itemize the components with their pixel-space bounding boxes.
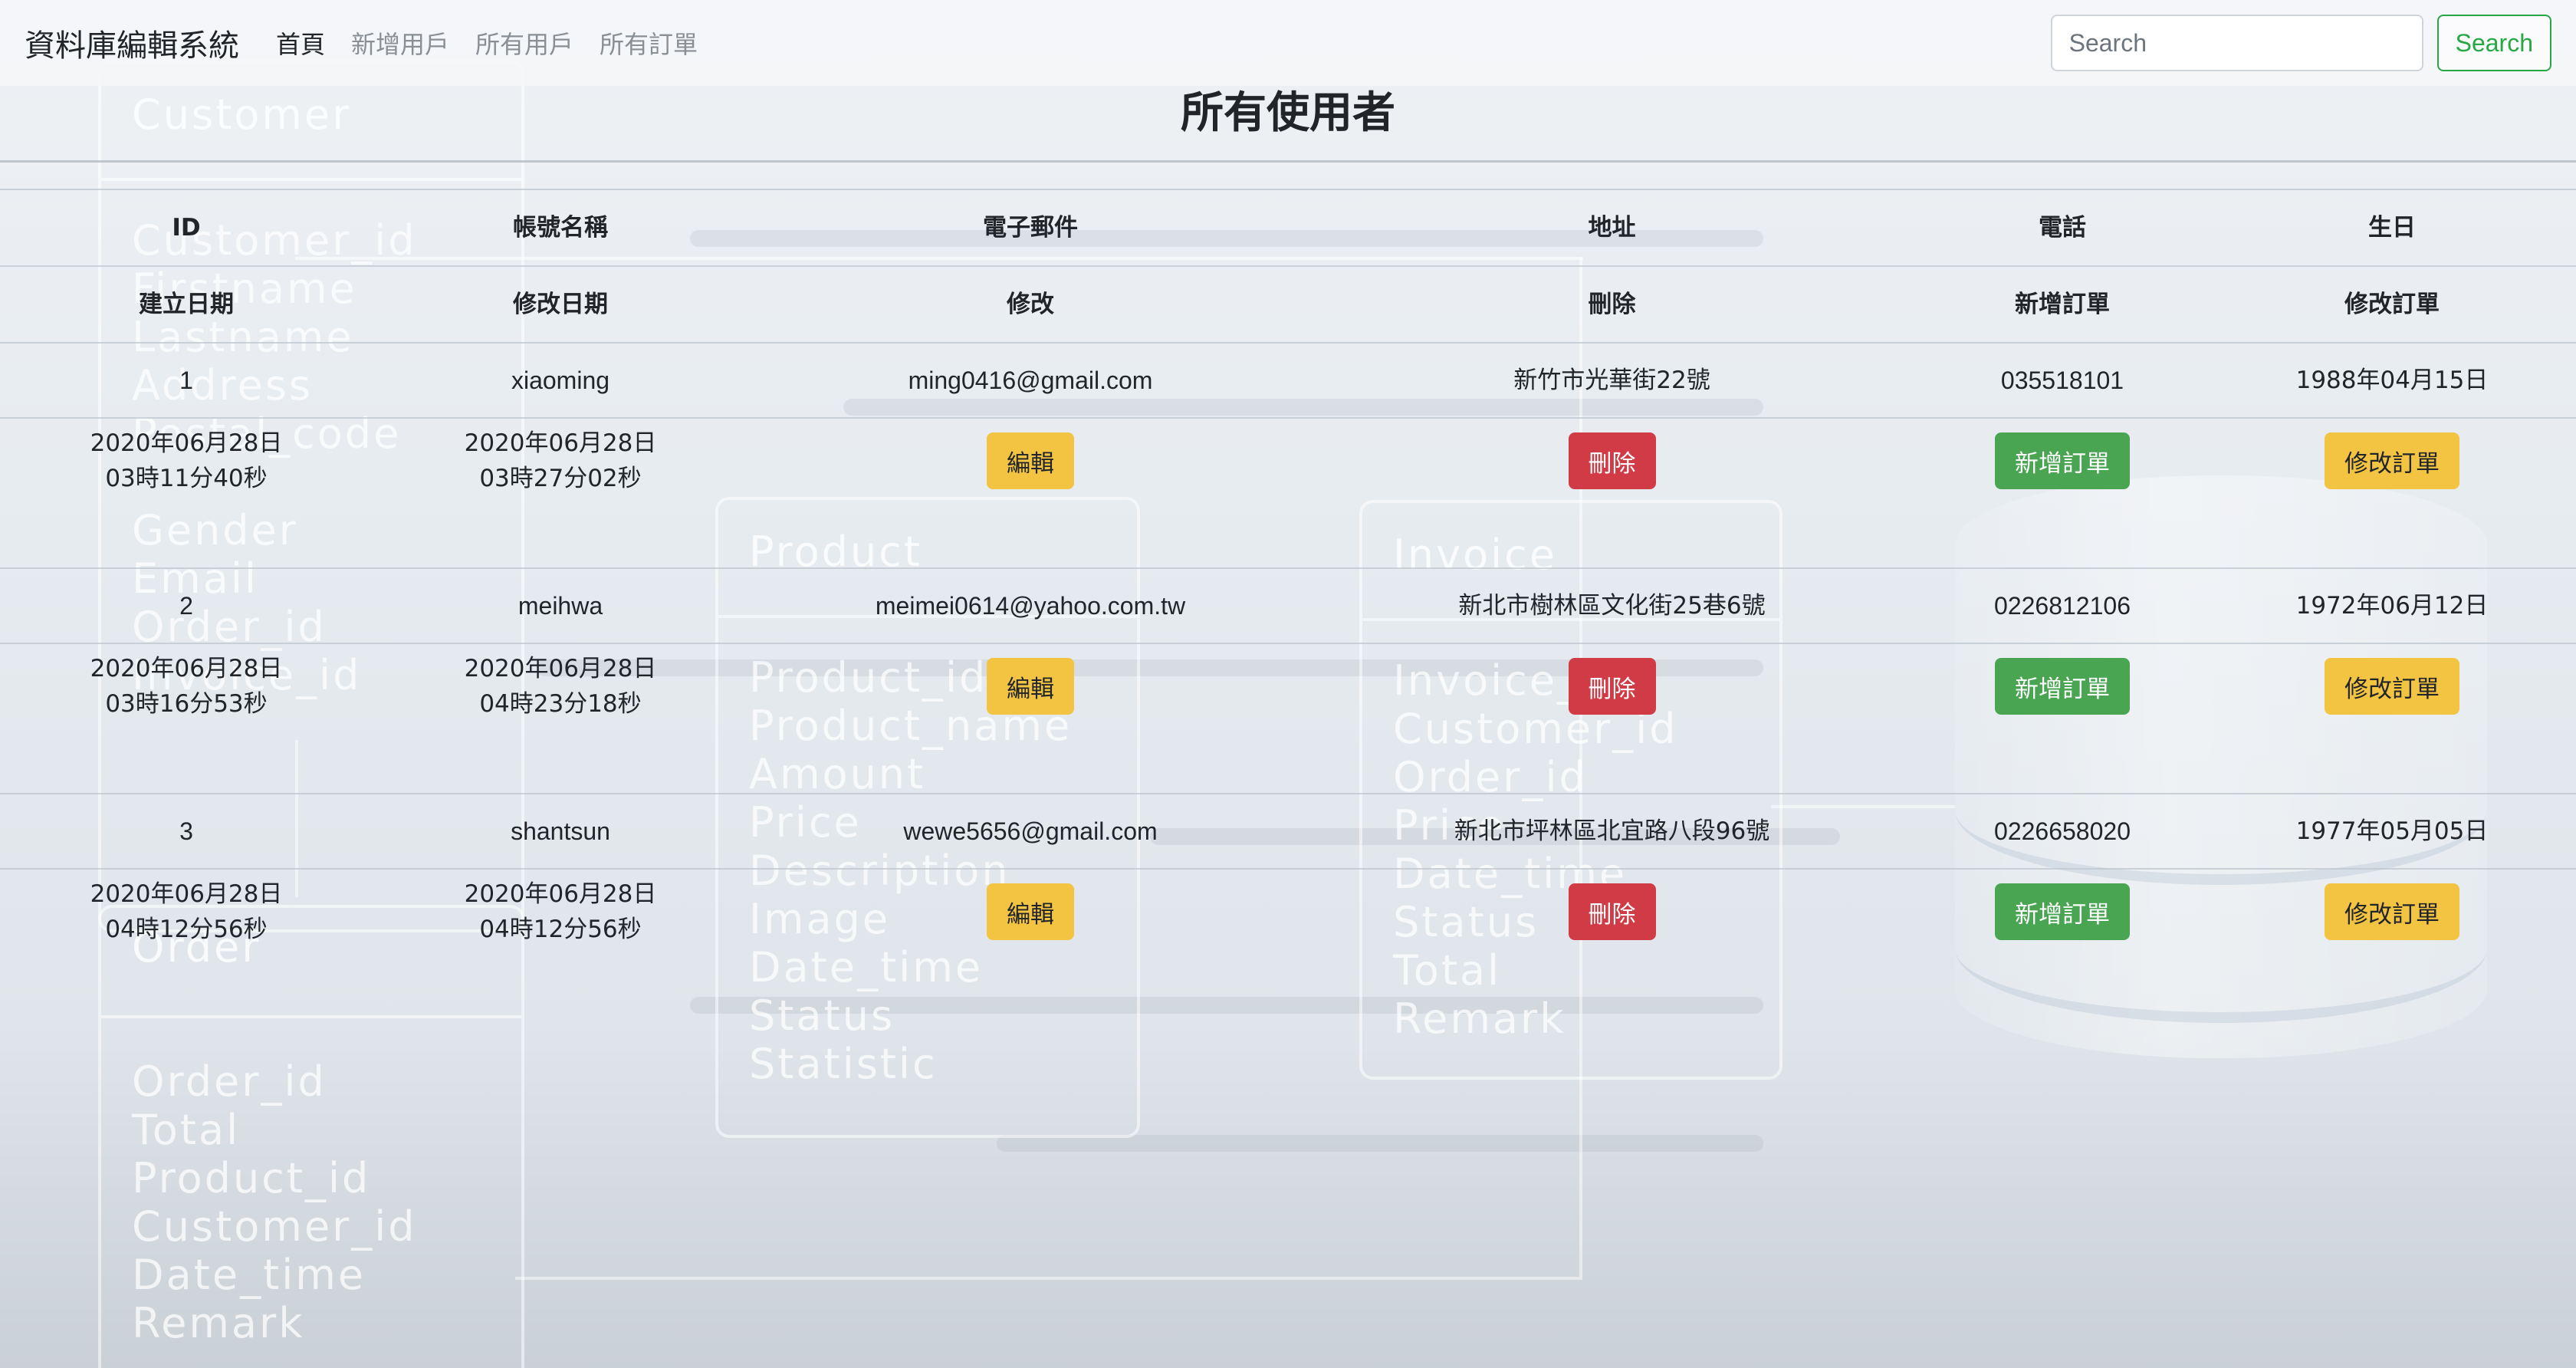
user-birthday: 1972年06月12日 xyxy=(2295,592,2489,620)
user-birthday: 1977年05月05日 xyxy=(2295,817,2489,845)
header-edit: 修改 xyxy=(1007,291,1054,318)
delete-cell: 刪除 xyxy=(1342,636,1882,736)
header-email: 電子郵件 xyxy=(983,214,1078,242)
edit-order-button[interactable]: 修改訂單 xyxy=(2325,883,2459,940)
user-address: 新北市樹林區文化街25巷6號 xyxy=(1458,592,1766,620)
add-order-button[interactable]: 新增訂單 xyxy=(1995,658,2130,715)
table-row-actions: 2020年06月28日 04時12分56秒 2020年06月28日 04時12分56… xyxy=(0,868,2576,1018)
table-header-row-1: ID 帳號名稱 電子郵件 地址 電話 生日 xyxy=(0,189,2576,265)
add-order-cell: 新增訂單 xyxy=(1917,636,2208,736)
add-order-cell: 新增訂單 xyxy=(1917,411,2208,511)
header-edit-order: 修改訂單 xyxy=(2344,291,2440,318)
header-phone: 電話 xyxy=(2039,214,2086,242)
created-time: 03時11分40秒 xyxy=(105,465,268,492)
user-id: 1 xyxy=(179,367,193,394)
user-email: ming0416@gmail.com xyxy=(908,367,1153,394)
modified-time: 04時12分56秒 xyxy=(479,916,642,943)
modified-date: 2020年06月28日 xyxy=(464,880,657,908)
user-created-at: 2020年06月28日 03時16分53秒 xyxy=(32,636,340,736)
modified-time: 03時27分02秒 xyxy=(479,465,642,492)
created-time: 03時16分53秒 xyxy=(105,690,268,718)
user-id: 3 xyxy=(179,817,193,845)
user-address: 新竹市光華街22號 xyxy=(1513,367,1710,394)
header-created-date: 建立日期 xyxy=(139,291,234,318)
user-email: wewe5656@gmail.com xyxy=(903,817,1158,845)
brand-title[interactable]: 資料庫編輯系統 xyxy=(25,21,239,65)
user-birthday: 1988年04月15日 xyxy=(2295,367,2489,394)
nav-link-home[interactable]: 首頁 xyxy=(276,25,325,61)
header-modified-date: 修改日期 xyxy=(513,291,608,318)
user-username: xiaoming xyxy=(511,367,610,394)
search-button[interactable]: Search xyxy=(2436,15,2551,71)
edit-button[interactable]: 編輯 xyxy=(987,432,1074,489)
created-date: 2020年06月28日 xyxy=(90,655,283,682)
table-row: 1 xiaoming ming0416@gmail.com 新竹市光華街22號 … xyxy=(0,342,2576,417)
table-row: 2 meihwa meimei0614@yahoo.com.tw 新北市樹林區文… xyxy=(0,567,2576,643)
created-time: 04時12分56秒 xyxy=(105,916,268,943)
table-row-actions: 2020年06月28日 03時11分40秒 2020年06月28日 03時27分02… xyxy=(0,417,2576,567)
user-created-at: 2020年06月28日 04時12分56秒 xyxy=(32,862,340,962)
modified-date: 2020年06月28日 xyxy=(464,655,657,682)
header-address: 地址 xyxy=(1588,214,1636,242)
user-username: meihwa xyxy=(518,592,603,620)
add-order-cell: 新增訂單 xyxy=(1917,862,2208,962)
header-birthday: 生日 xyxy=(2368,214,2416,242)
delete-cell: 刪除 xyxy=(1342,862,1882,962)
edit-cell: 編輯 xyxy=(800,411,1260,511)
table-header-row-2: 建立日期 修改日期 修改 刪除 新增訂單 修改訂單 xyxy=(0,265,2576,342)
edit-order-cell: 修改訂單 xyxy=(2223,411,2561,511)
order-entity-fields: Order_id Total Product_id Customer_id Da… xyxy=(132,1057,417,1347)
header-username: 帳號名稱 xyxy=(513,214,608,242)
modified-time: 04時23分18秒 xyxy=(479,690,642,718)
table-row-actions: 2020年06月28日 03時16分53秒 2020年06月28日 04時23分18… xyxy=(0,643,2576,793)
user-modified-at: 2020年06月28日 03時27分02秒 xyxy=(406,411,715,511)
edit-button[interactable]: 編輯 xyxy=(987,658,1074,715)
delete-button[interactable]: 刪除 xyxy=(1568,658,1656,715)
user-id: 2 xyxy=(179,592,193,620)
created-date: 2020年06月28日 xyxy=(90,429,283,457)
created-date: 2020年06月28日 xyxy=(90,880,283,908)
user-address: 新北市坪林區北宜路八段96號 xyxy=(1454,817,1770,845)
search-input[interactable] xyxy=(2050,15,2423,71)
user-created-at: 2020年06月28日 03時11分40秒 xyxy=(32,411,340,511)
edit-order-cell: 修改訂單 xyxy=(2223,862,2561,962)
add-order-button[interactable]: 新增訂單 xyxy=(1995,883,2130,940)
header-delete: 刪除 xyxy=(1588,291,1636,318)
delete-button[interactable]: 刪除 xyxy=(1568,883,1656,940)
edit-order-button[interactable]: 修改訂單 xyxy=(2325,658,2459,715)
nav-link-all-orders[interactable]: 所有訂單 xyxy=(600,25,698,61)
user-modified-at: 2020年06月28日 04時23分18秒 xyxy=(406,636,715,736)
add-order-button[interactable]: 新增訂單 xyxy=(1995,432,2130,489)
top-navbar: 資料庫編輯系統 首頁 新增用戶 所有用戶 所有訂單 Search xyxy=(0,0,2576,86)
delete-cell: 刪除 xyxy=(1342,411,1882,511)
header-add-order: 新增訂單 xyxy=(2015,291,2110,318)
edit-cell: 編輯 xyxy=(800,636,1260,736)
edit-cell: 編輯 xyxy=(800,862,1260,962)
page-title: 所有使用者 xyxy=(1181,88,1395,138)
nav-link-add-user[interactable]: 新增用戶 xyxy=(351,25,449,61)
user-email: meimei0614@yahoo.com.tw xyxy=(875,592,1186,620)
user-modified-at: 2020年06月28日 04時12分56秒 xyxy=(406,862,715,962)
edit-order-cell: 修改訂單 xyxy=(2223,636,2561,736)
header-id: ID xyxy=(172,214,201,242)
modified-date: 2020年06月28日 xyxy=(464,429,657,457)
table-row: 3 shantsun wewe5656@gmail.com 新北市坪林區北宜路八… xyxy=(0,793,2576,868)
edit-button[interactable]: 編輯 xyxy=(987,883,1074,940)
nav-link-all-users[interactable]: 所有用戶 xyxy=(475,25,573,61)
user-phone: 0226812106 xyxy=(1994,592,2131,620)
edit-order-button[interactable]: 修改訂單 xyxy=(2325,432,2459,489)
user-username: shantsun xyxy=(511,817,610,845)
title-divider xyxy=(0,160,2576,163)
user-phone: 0226658020 xyxy=(1994,817,2131,845)
user-phone: 035518101 xyxy=(2000,367,2124,394)
delete-button[interactable]: 刪除 xyxy=(1568,432,1656,489)
